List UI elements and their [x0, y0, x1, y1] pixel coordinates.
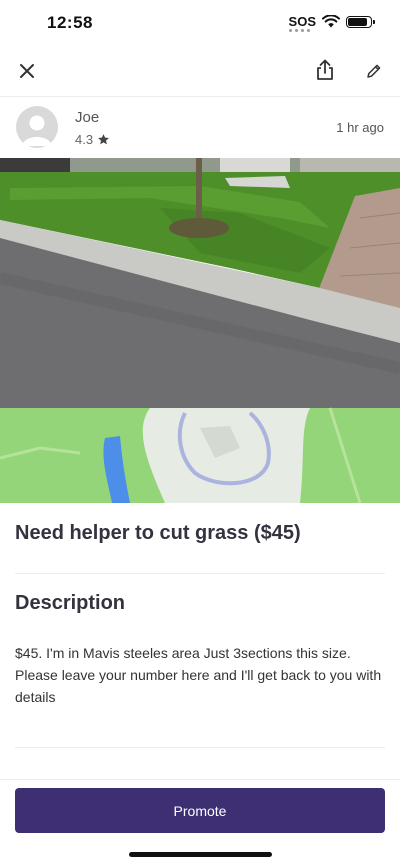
share-button[interactable] — [310, 55, 340, 85]
status-bar: 12:58 SOS — [0, 0, 400, 46]
wifi-icon — [322, 15, 340, 28]
pencil-icon — [367, 64, 381, 78]
top-bar — [0, 50, 400, 94]
status-time: 12:58 — [47, 13, 93, 32]
sos-label: SOS — [288, 14, 316, 29]
share-icon — [317, 59, 333, 80]
battery-fill — [348, 17, 367, 26]
author-row[interactable]: Joe 4.3 1 hr ago — [0, 100, 400, 158]
lawn-street-photo — [0, 158, 400, 503]
user-placeholder-icon — [22, 115, 52, 146]
star-icon — [98, 134, 109, 145]
description-heading: Description — [15, 592, 126, 614]
divider — [15, 747, 385, 748]
promote-button[interactable]: Promote — [15, 788, 385, 833]
post-photo[interactable] — [0, 158, 400, 503]
signal-dots — [288, 29, 310, 32]
author-rating: 4.3 — [75, 132, 110, 147]
top-divider — [0, 96, 400, 97]
close-button[interactable] — [12, 56, 42, 86]
edit-button[interactable] — [359, 56, 389, 86]
home-indicator[interactable] — [129, 852, 272, 857]
sos-indicator: SOS — [288, 14, 316, 32]
post-title: Need helper to cut grass ($45) — [15, 522, 301, 544]
bottom-bar-divider — [0, 779, 400, 780]
author-name[interactable]: Joe — [75, 109, 99, 126]
battery-icon — [346, 15, 375, 28]
avatar[interactable] — [16, 106, 58, 148]
description-text: $45. I'm in Mavis steeles area Just 3sec… — [15, 645, 382, 705]
close-icon — [20, 64, 34, 78]
divider — [15, 573, 385, 574]
status-icons: SOS — [288, 14, 375, 32]
rating-value: 4.3 — [75, 132, 94, 147]
posted-time: 1 hr ago — [336, 120, 384, 135]
